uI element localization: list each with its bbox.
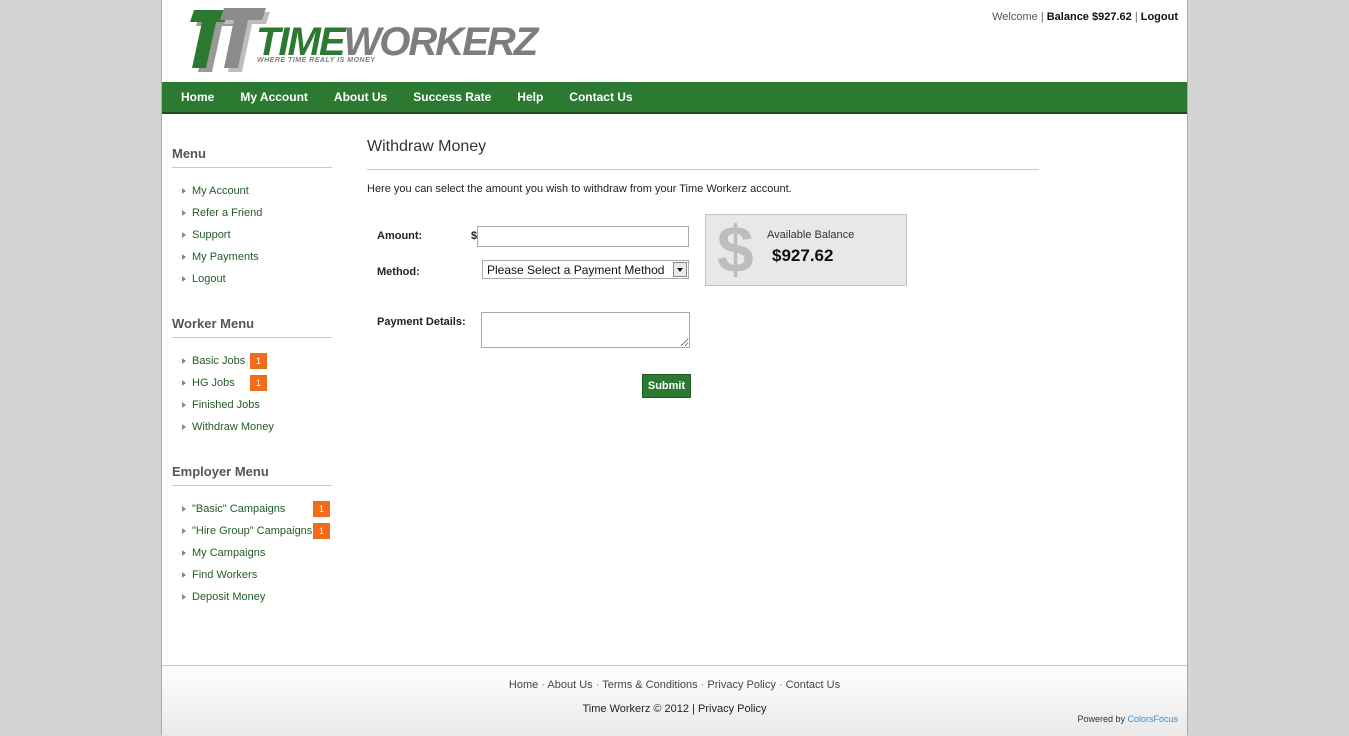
count-badge: 1 (313, 501, 330, 517)
balance-text: Balance $927.62 (1046, 11, 1132, 23)
arrow-right-icon (182, 506, 186, 512)
arrow-right-icon (182, 550, 186, 556)
sidebar-item-my-payments[interactable]: My Payments (172, 246, 332, 268)
worker-menu-heading: Worker Menu (172, 308, 332, 338)
dollar-sign-icon: $ (717, 212, 754, 286)
available-balance-label: Available Balance (767, 229, 855, 241)
logout-link[interactable]: Logout (1141, 11, 1178, 23)
payment-details-textarea[interactable] (481, 312, 690, 348)
employer-menu-list: "Basic" Campaigns 1 "Hire Group" Campaign… (172, 498, 332, 608)
count-badge: 1 (250, 375, 267, 391)
nav-help[interactable]: Help (504, 82, 556, 112)
withdraw-form: Amount: $ Method: Please Select a Paymen… (367, 212, 1039, 414)
powered-by-link[interactable]: ColorsFocus (1127, 714, 1178, 724)
nav-contact-us[interactable]: Contact Us (556, 82, 645, 112)
footer-link-home[interactable]: Home (509, 679, 538, 691)
main-content: Withdraw Money Here you can select the a… (367, 138, 1039, 398)
sidebar-item-my-account[interactable]: My Account (172, 180, 332, 202)
available-balance-amount: $927.62 (772, 246, 834, 265)
main-nav: Home My Account About Us Success Rate He… (162, 82, 1187, 114)
arrow-right-icon (182, 424, 186, 430)
employer-menu-heading: Employer Menu (172, 456, 332, 486)
chevron-down-icon[interactable] (673, 262, 687, 277)
arrow-right-icon (182, 380, 186, 386)
submit-button[interactable]: Submit (642, 374, 691, 398)
arrow-right-icon (182, 358, 186, 364)
arrow-right-icon (182, 254, 186, 260)
sidebar-item-finished-jobs[interactable]: Finished Jobs (172, 394, 332, 416)
nav-about-us[interactable]: About Us (321, 82, 400, 112)
footer-link-privacy[interactable]: Privacy Policy (707, 679, 775, 691)
intro-text: Here you can select the amount you wish … (367, 183, 792, 195)
arrow-right-icon (182, 210, 186, 216)
sidebar-item-withdraw-money[interactable]: Withdraw Money (172, 416, 332, 438)
sidebar: Menu My Account Refer a Friend Support M… (172, 138, 332, 626)
welcome-text: Welcome (992, 11, 1038, 23)
sidebar-item-basic-campaigns[interactable]: "Basic" Campaigns 1 (172, 498, 332, 520)
sidebar-item-refer-friend[interactable]: Refer a Friend (172, 202, 332, 224)
nav-home[interactable]: Home (168, 82, 227, 112)
footer-copyright: Time Workerz © 2012 | Privacy Policy (582, 703, 767, 715)
footer-link-contact-us[interactable]: Contact Us (786, 679, 840, 691)
menu-heading: Menu (172, 138, 332, 168)
payment-method-selected: Please Select a Payment Method (487, 263, 665, 277)
amount-label: Amount: (377, 230, 423, 242)
arrow-right-icon (182, 276, 186, 282)
available-balance-box: $ Available Balance $927.62 (705, 212, 907, 286)
arrow-right-icon (182, 402, 186, 408)
sidebar-item-deposit-money[interactable]: Deposit Money (172, 586, 332, 608)
logo[interactable]: TIMEWORKERZ WHERE TIME REALY IS MONEY (190, 6, 538, 76)
arrow-right-icon (182, 188, 186, 194)
worker-menu-list: Basic Jobs 1 HG Jobs 1 Finished Jobs Withd… (172, 350, 332, 438)
sidebar-item-hg-jobs[interactable]: HG Jobs 1 (172, 372, 332, 394)
sidebar-item-basic-jobs[interactable]: Basic Jobs 1 (172, 350, 332, 372)
user-topbar: Welcome | Balance $927.62 | Logout (992, 11, 1178, 23)
sidebar-item-logout[interactable]: Logout (172, 268, 332, 290)
payment-details-label: Payment Details: (377, 316, 466, 328)
footer-links: Home · About Us · Terms & Conditions · P… (508, 679, 841, 691)
menu-list: My Account Refer a Friend Support My Pay… (172, 180, 332, 290)
arrow-right-icon (182, 528, 186, 534)
copyright-text: Time Workerz © 2012 (582, 703, 690, 715)
sidebar-item-hire-group-campaigns[interactable]: "Hire Group" Campaigns 1 (172, 520, 332, 542)
sidebar-item-find-workers[interactable]: Find Workers (172, 564, 332, 586)
sidebar-item-support[interactable]: Support (172, 224, 332, 246)
amount-input[interactable] (477, 226, 689, 247)
count-badge: 1 (250, 353, 267, 369)
page: TIMEWORKERZ WHERE TIME REALY IS MONEY We… (161, 0, 1188, 736)
footer-privacy-link[interactable]: Privacy Policy (698, 703, 766, 715)
sidebar-item-my-campaigns[interactable]: My Campaigns (172, 542, 332, 564)
footer: Home · About Us · Terms & Conditions · P… (162, 665, 1187, 736)
footer-link-about-us[interactable]: About Us (547, 679, 592, 691)
arrow-right-icon (182, 232, 186, 238)
logo-tagline: WHERE TIME REALY IS MONEY (257, 57, 376, 64)
arrow-right-icon (182, 572, 186, 578)
logo-wordmark: TIMEWORKERZ (256, 20, 538, 64)
footer-link-terms[interactable]: Terms & Conditions (602, 679, 697, 691)
method-label: Method: (377, 266, 420, 278)
page-title: Withdraw Money (367, 138, 1039, 170)
payment-method-select[interactable]: Please Select a Payment Method (482, 260, 689, 279)
nav-success-rate[interactable]: Success Rate (400, 82, 504, 112)
powered-by: Powered by ColorsFocus (1077, 714, 1178, 724)
arrow-right-icon (182, 594, 186, 600)
nav-my-account[interactable]: My Account (227, 82, 321, 112)
count-badge: 1 (313, 523, 330, 539)
